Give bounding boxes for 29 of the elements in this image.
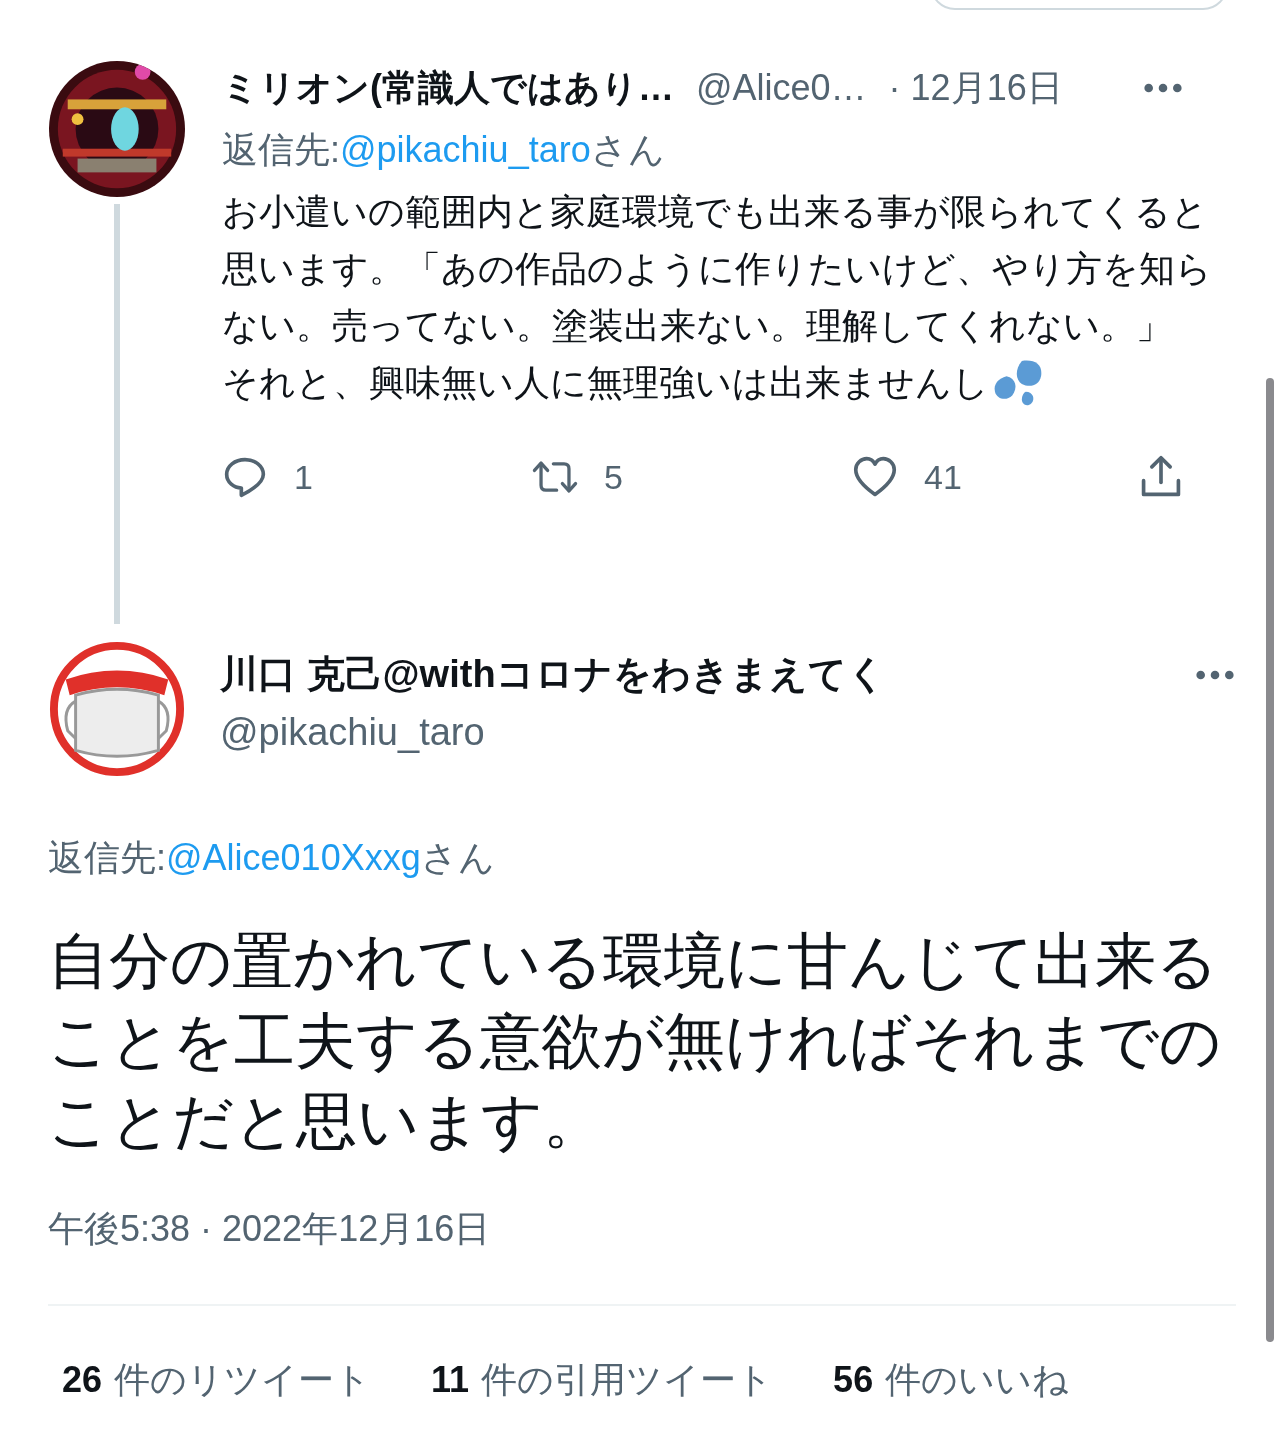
avatar-drawing[interactable] [48,640,186,778]
display-name[interactable]: ミリオン(常識人ではあり… [222,63,674,113]
tweet-text: お小遣いの範囲内と家庭環境でも出来る事が限られてくると思います。「あの作品のように作りたいけど、やり方を知らない。売ってない。塗装出来ない。理解してくれない。」 [222,190,1212,348]
action-count: 41 [924,457,962,497]
more-icon[interactable] [1194,668,1236,682]
tweet-text: それと、興味無い人に無理強いは出来ませんし [222,361,989,405]
heart-icon[interactable] [852,455,898,499]
stat-label[interactable]: 件のリツイート [114,1356,372,1405]
user-handle[interactable]: @pikachiu_taro [220,702,886,762]
stat-label[interactable]: 件の引用ツイート [481,1356,774,1405]
stat-count[interactable]: 11 [431,1359,470,1401]
stat-count[interactable]: 56 [833,1359,874,1401]
reply-suffix: さん [590,129,665,170]
tweet-timestamp: 午後5:38 · 2022年12月16日 [48,1207,492,1251]
reply-icon[interactable] [222,455,268,499]
reply-label: 返信先: [48,837,166,878]
stat-label[interactable]: 件のいいね [885,1356,1070,1405]
reply-suffix: さん [420,837,495,878]
action-count: 1 [294,457,313,497]
display-name[interactable]: 川口 克己@withコロナをわきまえてく [220,646,886,702]
action-count: 5 [604,457,623,497]
tweet-date[interactable]: · 12月16日 [888,63,1063,113]
tweet-text: 自分の置かれている環境に甘んじて出来ることを工夫する意欲が無ければそれまでのことだと思います。 [48,926,1222,1157]
scroll-bar[interactable] [1266,378,1274,1342]
sweat-drops-icon [993,358,1043,407]
user-handle[interactable]: @Alice0… [696,67,867,109]
reply-label: 返信先: [222,129,340,170]
more-icon[interactable] [1142,81,1184,95]
stat-count[interactable]: 26 [62,1359,103,1401]
